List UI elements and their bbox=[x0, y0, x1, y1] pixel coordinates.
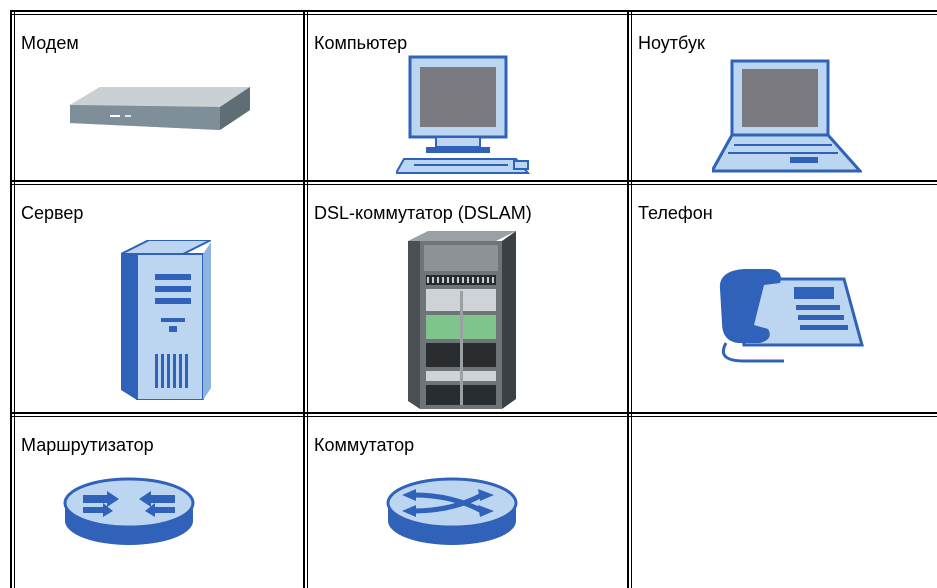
row-divider-1 bbox=[10, 180, 937, 182]
cell-switch: Коммутатор bbox=[308, 417, 627, 588]
cell-server: Сервер bbox=[15, 185, 303, 412]
cell-label-switch: Коммутатор bbox=[314, 435, 415, 455]
cell-label-laptop: Ноутбук bbox=[638, 33, 705, 53]
cell-label-modem: Модем bbox=[21, 33, 79, 53]
column-divider-1 bbox=[303, 10, 305, 588]
router-icon bbox=[63, 477, 195, 547]
modem-icon bbox=[70, 85, 250, 140]
cell-router: Маршрутизатор bbox=[15, 417, 303, 588]
device-legend-table: Модем Компьютер Ноутбук Сервер DSL-комму… bbox=[0, 0, 937, 588]
table-border-left bbox=[10, 10, 12, 588]
cell-telephone: Телефон bbox=[632, 185, 937, 412]
telephone-icon bbox=[714, 265, 864, 365]
laptop-icon bbox=[712, 59, 862, 175]
cell-dslam: DSL-коммутатор (DSLAM) bbox=[308, 185, 627, 412]
table-border-top bbox=[10, 10, 937, 12]
switch-icon bbox=[386, 477, 518, 547]
cell-label-telephone: Телефон bbox=[638, 203, 713, 223]
cell-label-computer: Компьютер bbox=[314, 33, 408, 53]
cell-laptop: Ноутбук bbox=[632, 15, 937, 180]
cell-empty bbox=[632, 417, 937, 588]
row-divider-2 bbox=[10, 412, 937, 414]
server-icon bbox=[121, 240, 211, 400]
cell-computer: Компьютер bbox=[308, 15, 627, 180]
cell-modem: Модем bbox=[15, 15, 303, 180]
dslam-icon bbox=[406, 231, 516, 409]
cell-label-router: Маршрутизатор bbox=[21, 435, 154, 455]
column-divider-2 bbox=[627, 10, 629, 588]
cell-label-dslam: DSL-коммутатор (DSLAM) bbox=[314, 203, 532, 223]
computer-icon bbox=[396, 55, 536, 177]
cell-label-server: Сервер bbox=[21, 203, 84, 223]
